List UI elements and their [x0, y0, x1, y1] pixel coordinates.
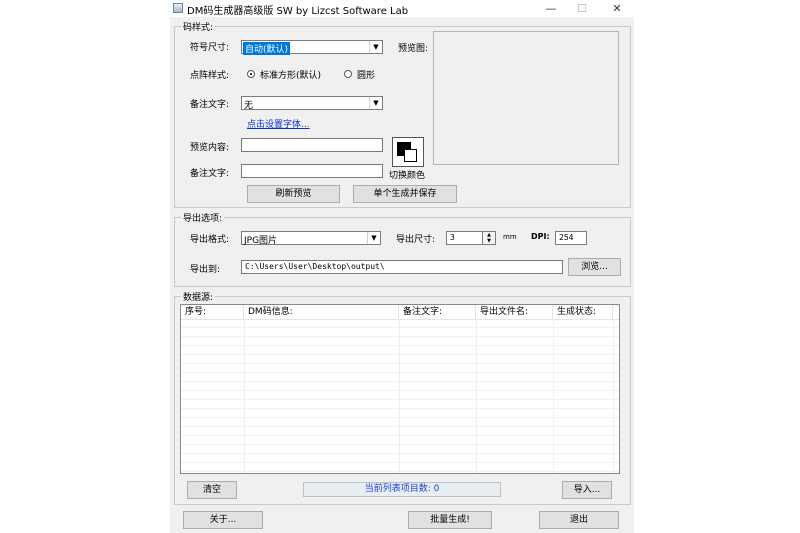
- export-options-group-title: 导出选项:: [181, 211, 225, 224]
- close-button[interactable]: ✕: [602, 0, 632, 17]
- table-grid-line: [181, 373, 619, 382]
- preview-content-label: 预览内容:: [190, 143, 230, 153]
- table-grid-line: [181, 364, 619, 373]
- export-format-value: JPG图片: [244, 236, 278, 246]
- table-grid-line: [181, 445, 619, 454]
- symbol-size-label: 符号尺寸:: [190, 43, 230, 53]
- table-grid-line: [181, 328, 619, 337]
- code-style-group-title: 码样式:: [181, 20, 216, 33]
- table-grid-line: [181, 418, 619, 427]
- maximize-button[interactable]: ☐: [567, 0, 597, 17]
- export-size-spinner[interactable]: ▲ ▼: [482, 231, 496, 245]
- column-header-dm-info[interactable]: DM码信息:: [244, 305, 399, 319]
- about-button[interactable]: 关于...: [183, 511, 263, 529]
- preview-image-box: [433, 31, 619, 165]
- column-header-filename[interactable]: 导出文件名:: [476, 305, 553, 319]
- export-size-label: 导出尺寸:: [396, 235, 436, 245]
- preview-content-input[interactable]: [241, 138, 383, 152]
- clear-button[interactable]: 清空: [187, 481, 237, 499]
- app-icon: [173, 3, 183, 13]
- table-grid-line: [181, 400, 619, 409]
- symbol-size-combo[interactable]: 自动(默认) ▼: [241, 40, 383, 55]
- export-options-group: 导出选项:: [174, 211, 631, 287]
- table-grid-line: [181, 337, 619, 346]
- dpi-label: DPI:: [531, 232, 550, 241]
- dot-style-round-radio[interactable]: [344, 70, 352, 78]
- app-window: DM码生成器高级版 SW by Lizcst Software Lab — ☐ …: [170, 0, 634, 533]
- note-text-label: 备注文字:: [190, 100, 230, 110]
- note-text-value: 无: [244, 101, 254, 111]
- table-grid-line: [181, 454, 619, 463]
- column-header-note[interactable]: 备注文字:: [399, 305, 476, 319]
- refresh-preview-button[interactable]: 刷新预览: [247, 185, 340, 203]
- table-grid-line: [181, 427, 619, 436]
- note-text-combo[interactable]: 无 ▼: [241, 96, 383, 111]
- switch-color-label[interactable]: 切换颜色: [389, 168, 425, 181]
- export-path-value: C:\Users\User\Desktop\output\: [245, 262, 385, 271]
- title-bar[interactable]: DM码生成器高级版 SW by Lizcst Software Lab — ☐ …: [170, 0, 634, 17]
- exit-button[interactable]: 退出: [539, 511, 619, 529]
- chevron-down-icon: ▼: [369, 41, 382, 53]
- table-grid-line: [181, 391, 619, 400]
- export-to-label: 导出到:: [190, 265, 221, 275]
- table-grid-line: [181, 319, 619, 328]
- export-path-input[interactable]: C:\Users\User\Desktop\output\: [241, 260, 563, 274]
- batch-generate-button[interactable]: 批量生成!: [408, 511, 492, 529]
- background-color-square: [404, 149, 417, 162]
- color-swatch-button[interactable]: [392, 137, 424, 167]
- dot-style-label: 点阵样式:: [190, 71, 230, 81]
- note-text2-label: 备注文字:: [190, 169, 230, 179]
- export-format-label: 导出格式:: [190, 235, 230, 245]
- table-grid-line: [181, 355, 619, 364]
- note-text2-input[interactable]: [241, 164, 383, 178]
- table-grid-line: [181, 382, 619, 391]
- data-source-table[interactable]: 序号: DM码信息: 备注文字: 导出文件名: 生成状态:: [180, 304, 620, 474]
- set-font-link[interactable]: 点击设置字体...: [247, 117, 310, 130]
- export-format-combo[interactable]: JPG图片 ▼: [241, 231, 381, 246]
- export-size-unit: mm: [503, 233, 517, 241]
- dpi-value: 254: [559, 233, 574, 242]
- data-source-group-title: 数据源:: [181, 290, 216, 303]
- spin-down-icon[interactable]: ▼: [483, 238, 495, 244]
- symbol-size-value: 自动(默认): [243, 42, 291, 55]
- export-size-input[interactable]: 3: [446, 231, 483, 245]
- browse-button[interactable]: 浏览...: [568, 258, 621, 276]
- table-grid-line: [181, 463, 619, 472]
- export-size-value: 3: [450, 233, 455, 242]
- dpi-input[interactable]: 254: [555, 231, 587, 245]
- table-grid-line: [181, 409, 619, 418]
- list-count-status: 当前列表项目数: 0: [303, 482, 501, 497]
- minimize-button[interactable]: —: [536, 0, 566, 17]
- table-grid-line: [181, 346, 619, 355]
- column-header-status[interactable]: 生成状态:: [553, 305, 613, 319]
- column-header-index[interactable]: 序号:: [181, 305, 244, 319]
- table-grid-line: [181, 436, 619, 445]
- table-header: 序号: DM码信息: 备注文字: 导出文件名: 生成状态:: [181, 305, 619, 320]
- preview-label: 预览图:: [398, 44, 429, 54]
- dot-style-square-radio[interactable]: [247, 70, 255, 78]
- import-button[interactable]: 导入...: [562, 481, 612, 499]
- single-generate-save-button[interactable]: 单个生成并保存: [353, 185, 457, 203]
- chevron-down-icon: ▼: [367, 232, 380, 244]
- dot-style-round-label[interactable]: 圆形: [357, 68, 375, 81]
- chevron-down-icon: ▼: [369, 97, 382, 109]
- window-title: DM码生成器高级版 SW by Lizcst Software Lab: [187, 6, 409, 17]
- dot-style-square-label[interactable]: 标准方形(默认): [260, 68, 321, 81]
